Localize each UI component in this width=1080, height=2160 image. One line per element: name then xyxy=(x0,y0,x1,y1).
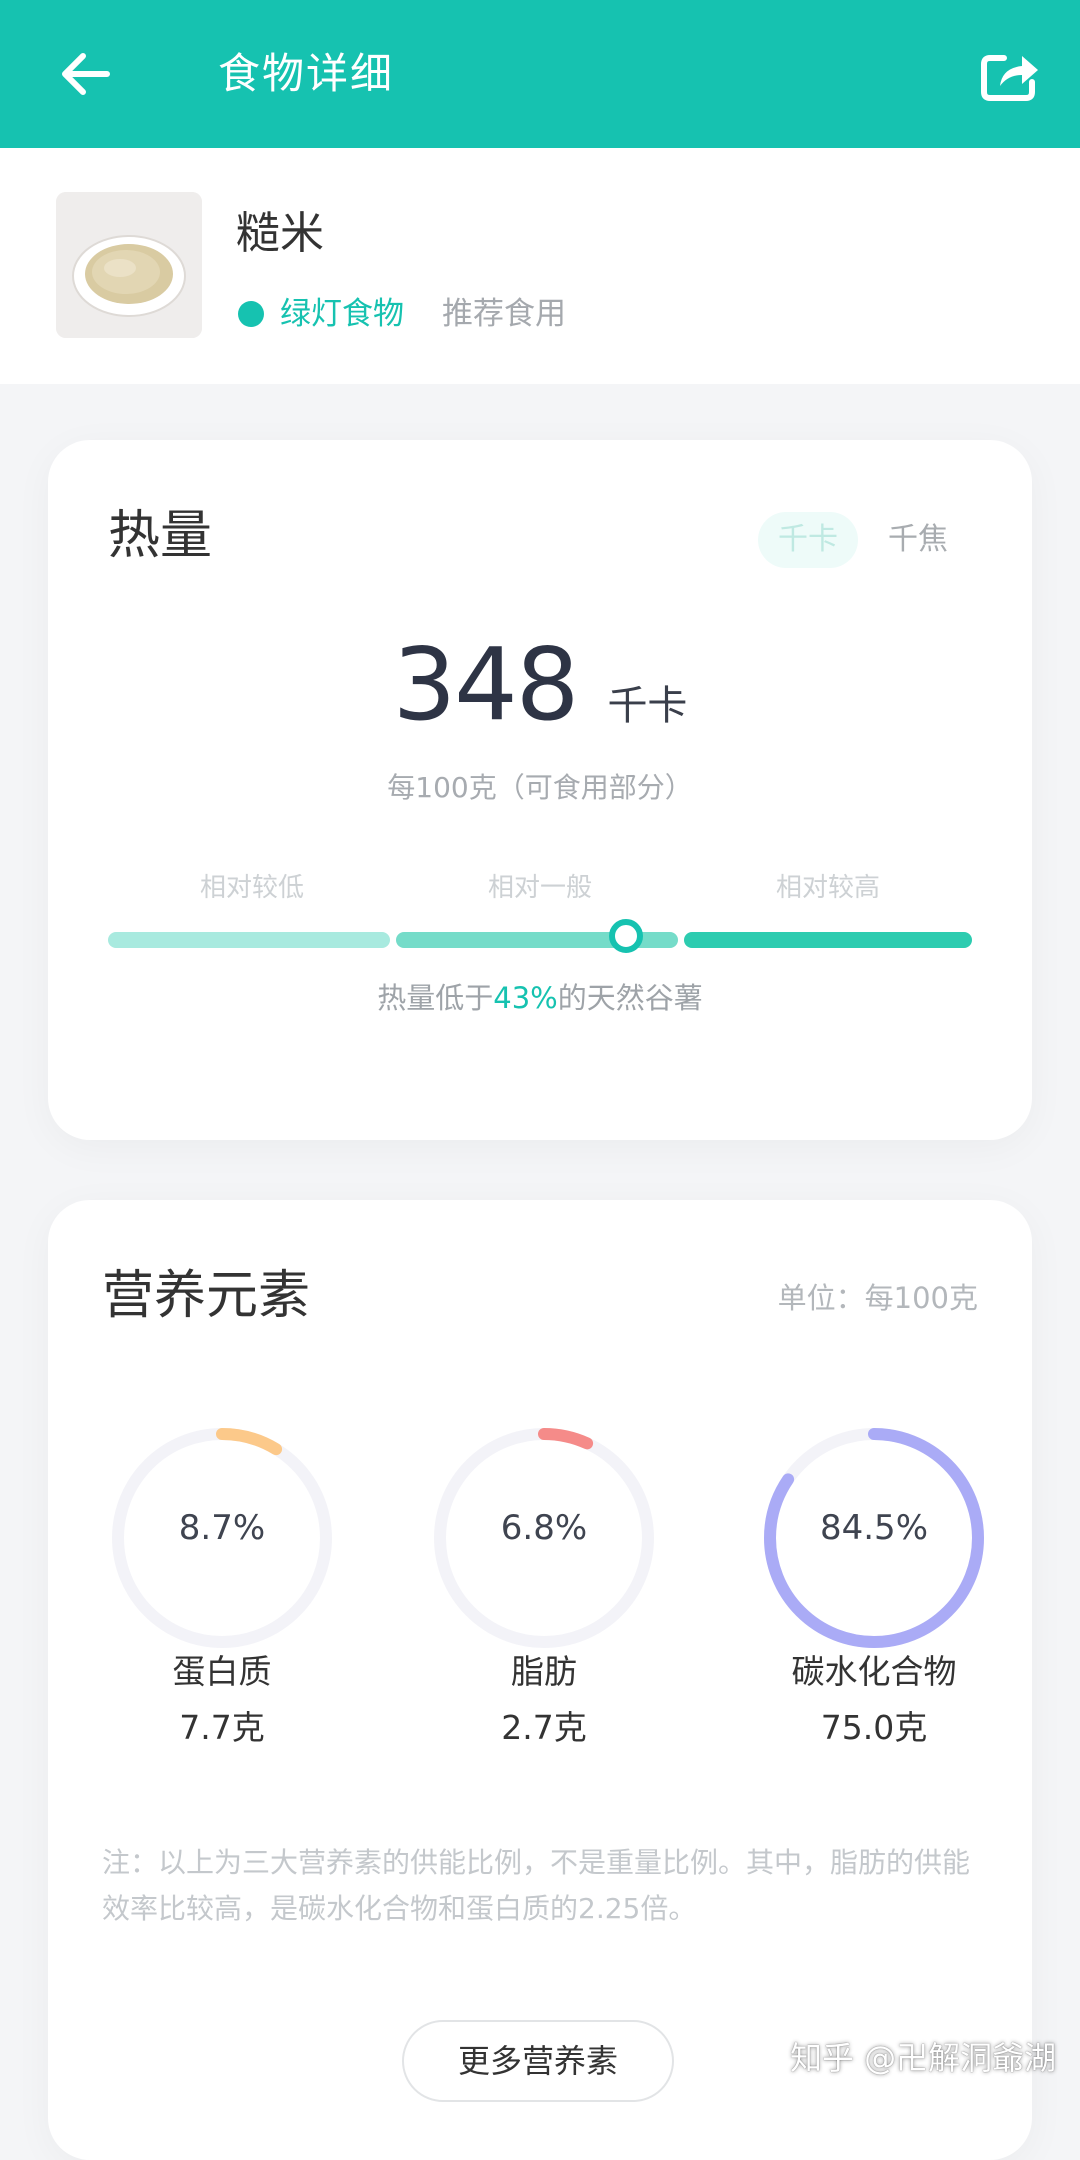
carbohydrate-percent: 84.5% xyxy=(819,1508,928,1548)
protein-ring: 8.7% 蛋白质 7.7克 xyxy=(102,1418,342,1747)
share-button[interactable] xyxy=(974,44,1046,108)
fat-label: 脂肪 xyxy=(511,1652,577,1691)
comparison-suffix: 的天然谷薯 xyxy=(557,981,703,1015)
nutrient-unit-note: 单位：每100克 xyxy=(777,1281,978,1315)
comparison-percent: 43% xyxy=(493,981,558,1015)
carbohydrate-ring: 84.5% 碳水化合物 75.0克 xyxy=(754,1418,994,1747)
green-light-dot-icon xyxy=(238,301,264,327)
food-header: 糙米 绿灯食物 推荐食用 xyxy=(0,148,1080,384)
calorie-comparison: 热量低于43%的天然谷薯 xyxy=(48,978,1032,1018)
arrow-left-icon xyxy=(62,53,110,95)
recommend-label: 推荐食用 xyxy=(442,296,566,332)
carbohydrate-label: 碳水化合物 xyxy=(791,1652,957,1691)
protein-amount: 7.7克 xyxy=(179,1708,265,1747)
nutrient-card: 营养元素 单位：每100克 8.7% 蛋白质 7.7克 6.8% 脂肪 2.7克 xyxy=(48,1200,1032,2160)
fat-amount: 2.7克 xyxy=(501,1708,587,1747)
fat-percent: 6.8% xyxy=(500,1508,588,1548)
calorie-number: 348 xyxy=(392,626,580,743)
nutrient-title: 营养元素 xyxy=(102,1266,311,1326)
calorie-title: 热量 xyxy=(108,506,213,566)
page-title: 食物详细 xyxy=(218,49,395,98)
scale-label-low: 相对较低 xyxy=(199,873,304,903)
fat-ring: 6.8% 脂肪 2.7克 xyxy=(424,1418,664,1747)
protein-percent: 8.7% xyxy=(178,1508,266,1548)
scale-segment-low xyxy=(108,932,390,948)
carbohydrate-amount: 75.0克 xyxy=(820,1708,928,1747)
calorie-card: 热量 千卡 千焦 348 千卡 每100克（可食用部分） 相对较低 相对一般 相对… xyxy=(48,440,1032,1140)
unit-option-kj[interactable]: 千焦 xyxy=(868,512,968,568)
unit-option-kcal[interactable]: 千卡 xyxy=(758,512,858,568)
calorie-unit: 千卡 xyxy=(607,683,688,729)
food-name: 糙米 xyxy=(236,208,324,259)
comparison-prefix: 热量低于 xyxy=(377,981,494,1015)
calorie-scale-labels: 相对较低 相对一般 相对较高 xyxy=(108,868,972,908)
back-button[interactable] xyxy=(50,44,120,104)
more-nutrients-button[interactable]: 更多营养素 xyxy=(402,2020,674,2102)
watermark: 知乎 @卍解洞爺湖 xyxy=(790,2039,1057,2077)
energy-unit-toggle: 千卡 千焦 xyxy=(758,512,968,568)
status-label: 绿灯食物 xyxy=(280,296,404,332)
protein-label: 蛋白质 xyxy=(172,1652,272,1691)
nutrient-rings: 8.7% 蛋白质 7.7克 6.8% 脂肪 2.7克 84.5% 碳水化合物 7… xyxy=(48,1418,1032,1768)
food-image xyxy=(56,192,202,338)
scale-segment-high xyxy=(684,932,972,948)
scale-label-high: 相对较高 xyxy=(775,873,880,903)
scale-label-mid: 相对一般 xyxy=(487,873,592,903)
calorie-value: 348 千卡 xyxy=(48,620,1032,750)
per-100g-note: 每100克（可食用部分） xyxy=(387,771,693,804)
energy-ratio-footnote: 注：以上为三大营养素的供能比例，不是重量比例。其中，脂肪的供能效率比较高，是碳水… xyxy=(102,1846,971,1925)
food-status: 绿灯食物 推荐食用 xyxy=(236,292,566,336)
share-icon xyxy=(981,55,1038,101)
app-bar: 食物详细 xyxy=(0,0,1080,148)
calorie-scale-bar xyxy=(108,919,972,953)
